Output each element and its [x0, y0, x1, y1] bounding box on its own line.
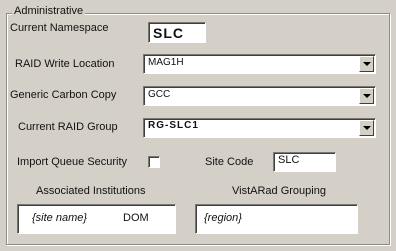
- chevron-down-icon: [363, 126, 371, 130]
- associated-institutions-label: Associated Institutions: [36, 185, 146, 197]
- chevron-down-icon: [363, 94, 371, 98]
- group-title: Administrative: [12, 5, 86, 17]
- site-code-field[interactable]: SLC: [273, 152, 336, 172]
- list-item-name[interactable]: {site name}: [32, 212, 87, 224]
- raid-write-location-value: MAG1H: [148, 57, 184, 68]
- import-queue-security-checkbox[interactable]: [148, 156, 160, 168]
- generic-carbon-copy-value: GCC: [148, 89, 171, 100]
- current-raid-group-dropdown-button[interactable]: [359, 120, 374, 136]
- current-raid-group-label: Current RAID Group: [18, 121, 118, 133]
- site-code-label: Site Code: [205, 156, 254, 168]
- import-queue-security-label: Import Queue Security: [17, 156, 128, 168]
- raid-write-location-dropdown[interactable]: MAG1H: [143, 54, 376, 74]
- list-item-code[interactable]: DOM: [123, 212, 149, 224]
- current-raid-group-value: RG-SLC1: [148, 120, 199, 131]
- administrative-panel: Administrative Current Namespace SLC RAI…: [0, 0, 396, 251]
- vistarad-grouping-list[interactable]: {region}: [195, 204, 358, 234]
- vistarad-grouping-label: VistARad Grouping: [232, 185, 326, 197]
- current-namespace-field[interactable]: SLC: [148, 22, 206, 43]
- chevron-down-icon: [363, 62, 371, 66]
- generic-carbon-copy-dropdown[interactable]: GCC: [143, 86, 376, 106]
- current-namespace-label: Current Namespace: [10, 22, 109, 34]
- associated-institutions-list[interactable]: {site name} DOM: [17, 204, 176, 234]
- generic-carbon-copy-label: Generic Carbon Copy: [10, 89, 117, 101]
- generic-carbon-copy-dropdown-button[interactable]: [359, 88, 374, 104]
- current-raid-group-dropdown[interactable]: RG-SLC1: [143, 118, 376, 138]
- raid-write-location-label: RAID Write Location: [15, 58, 115, 70]
- list-item-region[interactable]: {region}: [204, 212, 242, 224]
- raid-write-location-dropdown-button[interactable]: [359, 56, 374, 72]
